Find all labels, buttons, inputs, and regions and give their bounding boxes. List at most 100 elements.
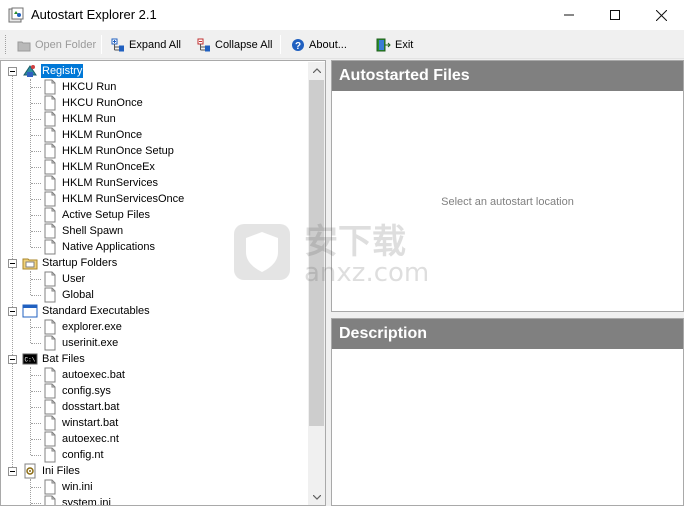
tree-node-winstart-bat[interactable]: winstart.bat xyxy=(42,415,119,431)
maximize-icon xyxy=(610,10,620,20)
exit-door-icon xyxy=(376,38,391,52)
description-panel: Description xyxy=(331,318,684,506)
tree-connector xyxy=(31,87,41,88)
tree-node-hklm-runonceex[interactable]: HKLM RunOnceEx xyxy=(42,159,156,175)
tree-node-hklm-runonce[interactable]: HKLM RunOnce xyxy=(42,127,143,143)
tree-connector xyxy=(31,119,41,120)
tree-label: Standard Executables xyxy=(42,305,150,317)
settings-file-icon xyxy=(24,463,36,479)
tree-label: Bat Files xyxy=(42,353,85,365)
tree-node-hklm-runservices[interactable]: HKLM RunServices xyxy=(42,175,159,191)
tree-node-bat-files[interactable]: C:\ Bat Files xyxy=(22,351,86,367)
tree-node-active-setup-files[interactable]: Active Setup Files xyxy=(42,207,151,223)
tree-node-explorer-exe[interactable]: explorer.exe xyxy=(42,319,123,335)
scroll-thumb[interactable] xyxy=(309,80,324,426)
startup-folders-collapse-toggle[interactable] xyxy=(8,259,17,268)
document-icon xyxy=(44,335,56,351)
tree-connector xyxy=(31,327,41,328)
empty-state-text: Select an autostart location xyxy=(441,196,574,208)
tree-node-hklm-run[interactable]: HKLM Run xyxy=(42,111,117,127)
svg-text:?: ? xyxy=(295,41,301,52)
tree-connector xyxy=(31,343,41,344)
chevron-up-icon xyxy=(312,68,321,73)
autostart-location-tree[interactable]: Registry HKCU Run HKCU RunOnce HKLM Run … xyxy=(0,60,326,506)
tree-label: Ini Files xyxy=(42,465,80,477)
tree-connector xyxy=(31,455,41,456)
tree-label: Global xyxy=(62,289,94,301)
open-folder-label: Open Folder xyxy=(35,39,97,51)
toolbar-grip[interactable] xyxy=(5,35,7,54)
tree-node-system-ini[interactable]: system.ini xyxy=(42,495,112,505)
collapse-all-button[interactable]: Collapse All xyxy=(197,34,272,56)
tree-node-dosstart-bat[interactable]: dosstart.bat xyxy=(42,399,120,415)
ini-files-collapse-toggle[interactable] xyxy=(8,467,17,476)
tree-connector xyxy=(31,215,41,216)
exit-button[interactable]: Exit xyxy=(376,34,413,56)
bat-files-collapse-toggle[interactable] xyxy=(8,355,17,364)
tree-node-startup-folders[interactable]: Startup Folders xyxy=(22,255,118,271)
document-icon xyxy=(44,447,56,463)
tree-label: config.sys xyxy=(62,385,111,397)
autostarted-files-panel: Autostarted Files Select an autostart lo… xyxy=(331,60,684,312)
tree-node-hklm-runservicesonce[interactable]: HKLM RunServicesOnce xyxy=(42,191,185,207)
tree-label: winstart.bat xyxy=(62,417,119,429)
tree-label: HKLM RunOnce xyxy=(62,129,143,141)
tree-label: HKLM Run xyxy=(62,113,116,125)
maximize-button[interactable] xyxy=(592,0,638,30)
tree-node-ini-files[interactable]: Ini Files xyxy=(22,463,81,479)
tree-label: HKLM RunServices xyxy=(62,177,158,189)
tree-label: autoexec.nt xyxy=(62,433,119,445)
tree-label: Registry xyxy=(41,64,84,78)
tree-node-userinit-exe[interactable]: userinit.exe xyxy=(42,335,119,351)
toolbar: Open Folder Expand All Collapse All ? Ab… xyxy=(0,30,684,59)
tree-node-hklm-runonce-setup[interactable]: HKLM RunOnce Setup xyxy=(42,143,175,159)
document-icon xyxy=(44,79,56,95)
document-icon xyxy=(44,431,56,447)
tree-node-config-nt[interactable]: config.nt xyxy=(42,447,105,463)
tree-connector xyxy=(31,487,41,488)
help-icon: ? xyxy=(292,39,304,52)
document-icon xyxy=(44,175,56,191)
tree-vertical-scrollbar[interactable] xyxy=(308,62,325,505)
collapse-tree-icon xyxy=(197,38,210,52)
tree-connector xyxy=(31,503,41,504)
command-prompt-icon: C:\ xyxy=(22,353,38,365)
scroll-up-button[interactable] xyxy=(308,62,325,79)
svg-text:C:\: C:\ xyxy=(25,357,36,364)
document-icon xyxy=(44,239,56,255)
tree-node-registry[interactable]: Registry xyxy=(22,63,84,79)
tree-node-win-ini[interactable]: win.ini xyxy=(42,479,94,495)
document-icon xyxy=(44,367,56,383)
tree-label: Startup Folders xyxy=(42,257,118,269)
tree-node-native-applications[interactable]: Native Applications xyxy=(42,239,156,255)
registry-collapse-toggle[interactable] xyxy=(8,67,17,76)
tree-connector xyxy=(31,231,41,232)
scroll-down-button[interactable] xyxy=(308,489,325,505)
expand-all-button[interactable]: Expand All xyxy=(111,34,181,56)
tree-label: config.nt xyxy=(62,449,104,461)
tree-node-standard-executables[interactable]: Standard Executables xyxy=(22,303,151,319)
folder-icon xyxy=(17,41,31,51)
tree-node-shell-spawn[interactable]: Shell Spawn xyxy=(42,223,124,239)
registry-icon xyxy=(23,65,37,77)
tree-node-user[interactable]: User xyxy=(42,271,86,287)
tree-connector xyxy=(31,183,41,184)
document-icon xyxy=(44,159,56,175)
standard-executables-collapse-toggle[interactable] xyxy=(8,307,17,316)
tree-node-autoexec-nt[interactable]: autoexec.nt xyxy=(42,431,120,447)
tree-node-autoexec-bat[interactable]: autoexec.bat xyxy=(42,367,126,383)
document-icon xyxy=(44,271,56,287)
tree-node-hkcu-runonce[interactable]: HKCU RunOnce xyxy=(42,95,144,111)
tree-node-hkcu-run[interactable]: HKCU Run xyxy=(42,79,117,95)
open-folder-button[interactable]: Open Folder xyxy=(17,34,96,56)
about-button[interactable]: ? About... xyxy=(291,34,347,56)
close-button[interactable] xyxy=(638,0,684,30)
tree-node-config-sys[interactable]: config.sys xyxy=(42,383,112,399)
minimize-button[interactable] xyxy=(546,0,592,30)
tree-label: Active Setup Files xyxy=(62,209,151,221)
document-icon xyxy=(44,399,56,415)
expand-all-label: Expand All xyxy=(129,39,181,51)
document-icon xyxy=(44,287,56,303)
tree-node-global[interactable]: Global xyxy=(42,287,95,303)
tree-connector xyxy=(30,479,31,505)
